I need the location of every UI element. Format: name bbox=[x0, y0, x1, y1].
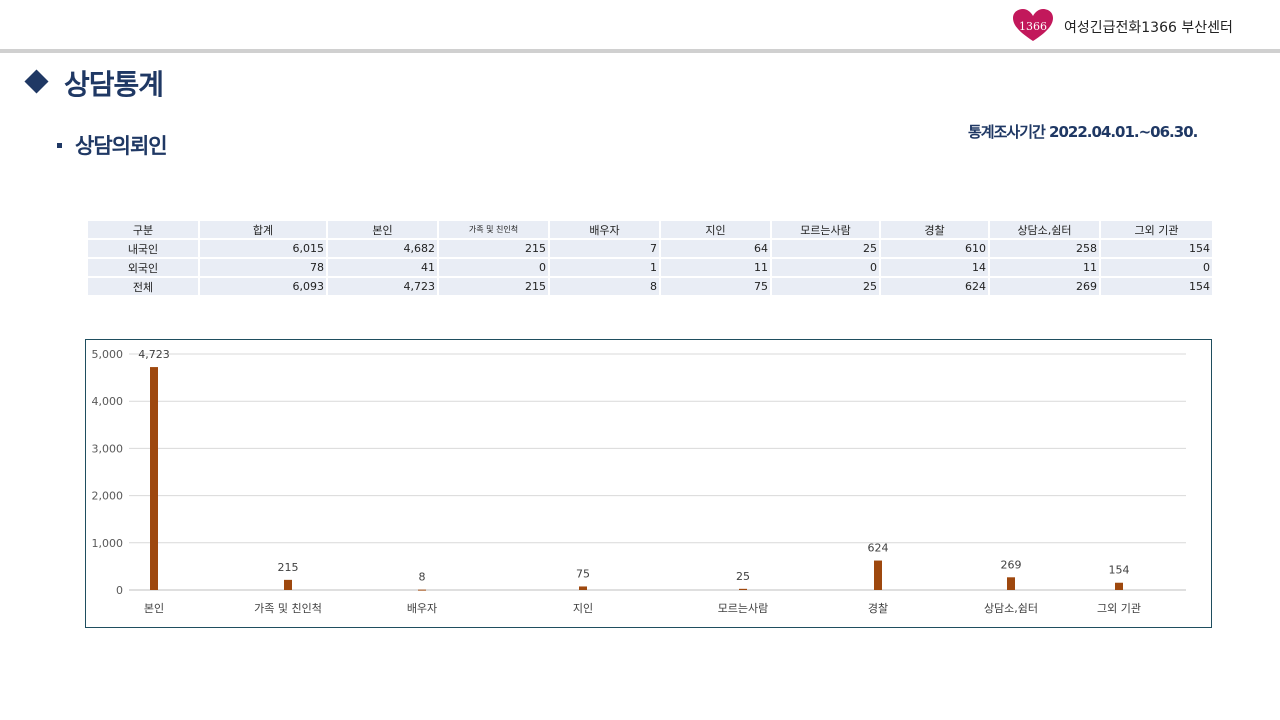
table-cell: 0 bbox=[437, 257, 550, 278]
data-label: 4,723 bbox=[138, 348, 170, 361]
column-header: 그외 기관 bbox=[1099, 219, 1214, 240]
row-header: 내국인 bbox=[86, 238, 200, 259]
table-cell: 215 bbox=[437, 276, 550, 297]
bar-chart-frame: 0 1,000 2,000 3,000 4,000 5,000 4,723 본인 215 가족 및… bbox=[85, 339, 1212, 628]
table-cell: 4,723 bbox=[326, 276, 439, 297]
y-tick-label: 5,000 bbox=[92, 348, 124, 361]
heart-logo-icon: 1366 bbox=[1013, 9, 1053, 41]
table-cell: 7 bbox=[548, 238, 661, 259]
table-row: 전체 6,093 4,723 215 8 75 25 624 269 154 bbox=[86, 276, 1214, 297]
table-cell: 624 bbox=[879, 276, 990, 297]
table-row: 외국인 78 41 0 1 11 0 14 11 0 bbox=[86, 257, 1214, 278]
table-cell: 154 bbox=[1099, 238, 1214, 259]
column-header: 상담소,쉼터 bbox=[988, 219, 1101, 240]
table-cell: 6,015 bbox=[198, 238, 328, 259]
data-label: 215 bbox=[278, 561, 299, 574]
y-tick-label: 1,000 bbox=[92, 537, 124, 550]
table-cell: 610 bbox=[879, 238, 990, 259]
table-header-row: 구분 합계 본인 가족 및 친인척 배우자 지인 모르는사람 경찰 상담소,쉼터… bbox=[86, 219, 1214, 240]
table-cell: 269 bbox=[988, 276, 1101, 297]
table-cell: 11 bbox=[659, 257, 772, 278]
x-tick-label: 지인 bbox=[573, 602, 593, 615]
y-tick-label: 0 bbox=[116, 584, 123, 597]
table-cell: 14 bbox=[879, 257, 990, 278]
table-cell: 75 bbox=[659, 276, 772, 297]
bar bbox=[284, 579, 292, 590]
row-header: 전체 bbox=[86, 276, 200, 297]
table-cell: 78 bbox=[198, 257, 328, 278]
x-tick-label: 상담소,쉼터 bbox=[984, 602, 1038, 615]
data-label: 25 bbox=[736, 570, 750, 583]
column-header: 가족 및 친인척 bbox=[437, 219, 550, 240]
y-tick-label: 3,000 bbox=[92, 442, 124, 455]
row-header: 외국인 bbox=[86, 257, 200, 278]
square-bullet-icon bbox=[57, 143, 62, 148]
org-name: 여성긴급전화1366 부산센터 bbox=[1064, 20, 1233, 36]
table-cell: 258 bbox=[988, 238, 1101, 259]
table-cell: 0 bbox=[770, 257, 881, 278]
bar bbox=[418, 589, 426, 591]
table-cell: 41 bbox=[326, 257, 439, 278]
column-header: 배우자 bbox=[548, 219, 661, 240]
x-tick-label: 본인 bbox=[144, 602, 164, 615]
data-label: 624 bbox=[868, 542, 889, 555]
bar bbox=[1007, 577, 1015, 590]
bar bbox=[739, 588, 747, 590]
table-cell: 25 bbox=[770, 276, 881, 297]
column-header: 본인 bbox=[326, 219, 439, 240]
bar bbox=[579, 586, 587, 590]
stats-table: 구분 합계 본인 가족 및 친인척 배우자 지인 모르는사람 경찰 상담소,쉼터… bbox=[86, 219, 1214, 297]
table-cell: 0 bbox=[1099, 257, 1214, 278]
top-bar: 1366 여성긴급전화1366 부산센터 bbox=[0, 0, 1280, 49]
table-cell: 154 bbox=[1099, 276, 1214, 297]
table-cell: 215 bbox=[437, 238, 550, 259]
column-header: 경찰 bbox=[879, 219, 990, 240]
table-cell: 64 bbox=[659, 238, 772, 259]
column-header: 구분 bbox=[86, 219, 200, 240]
bar bbox=[150, 367, 158, 590]
y-tick-label: 4,000 bbox=[92, 395, 124, 408]
x-tick-label: 가족 및 친인척 bbox=[254, 602, 322, 615]
column-header: 합계 bbox=[198, 219, 328, 240]
data-label: 8 bbox=[419, 571, 426, 584]
data-label: 269 bbox=[1001, 558, 1022, 571]
section-title: 상담의뢰인 bbox=[75, 134, 168, 158]
table-cell: 1 bbox=[548, 257, 661, 278]
survey-period: 통계조사기간 2022.04.01.~06.30. bbox=[968, 123, 1198, 141]
logo-text: 1366 bbox=[1019, 20, 1047, 33]
column-header: 지인 bbox=[659, 219, 772, 240]
bar bbox=[1115, 582, 1123, 590]
page-title: 상담통계 bbox=[64, 68, 164, 101]
column-header: 모르는사람 bbox=[770, 219, 881, 240]
x-tick-label: 모르는사람 bbox=[718, 602, 769, 615]
x-tick-label: 경찰 bbox=[868, 602, 888, 615]
data-label: 154 bbox=[1109, 564, 1130, 577]
table-cell: 25 bbox=[770, 238, 881, 259]
bar-chart: 0 1,000 2,000 3,000 4,000 5,000 4,723 본인 215 가족 및… bbox=[92, 348, 1186, 615]
table-cell: 6,093 bbox=[198, 276, 328, 297]
data-label: 75 bbox=[576, 567, 590, 580]
x-tick-label: 배우자 bbox=[407, 602, 437, 615]
table-row: 내국인 6,015 4,682 215 7 64 25 610 258 154 bbox=[86, 238, 1214, 259]
table-cell: 11 bbox=[988, 257, 1101, 278]
table-cell: 8 bbox=[548, 276, 661, 297]
table-cell: 4,682 bbox=[326, 238, 439, 259]
bar bbox=[874, 560, 882, 590]
header-divider bbox=[0, 49, 1280, 53]
x-tick-label: 그외 기관 bbox=[1097, 602, 1141, 615]
diamond-bullet-icon bbox=[24, 69, 49, 94]
y-tick-label: 2,000 bbox=[92, 490, 124, 503]
